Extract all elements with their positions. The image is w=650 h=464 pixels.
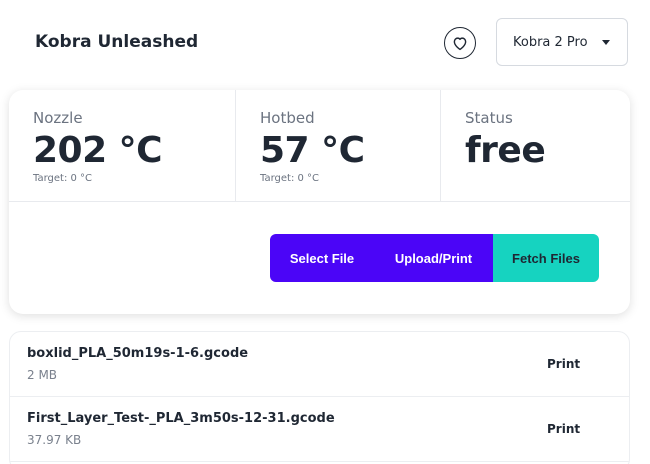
file-size: 2 MB [27,368,58,382]
favorite-button[interactable] [444,27,476,59]
hotbed-temperature: 57 °C [260,130,365,171]
list-item: First_Layer_Test-_PLA_3m50s-12-31.gcode … [10,397,629,462]
printer-select[interactable]: Kobra 2 Pro [496,18,628,66]
select-file-button[interactable]: Select File [270,234,374,282]
nozzle-label: Nozzle [33,109,83,127]
app-title: Kobra Unleashed [35,32,199,52]
hotbed-target: Target: 0 °C [260,173,320,184]
file-action-buttons: Select File Upload/Print Fetch Files [270,234,599,282]
nozzle-target: Target: 0 °C [33,173,93,184]
list-item: boxlid_PLA_50m19s-1-6.gcode 2 MB Print [10,332,629,397]
printer-select-value: Kobra 2 Pro [513,34,588,50]
hotbed-stat: Hotbed 57 °C Target: 0 °C [235,90,440,202]
caret-down-icon [602,40,610,45]
status-stat: Status free [440,90,630,202]
fetch-files-button[interactable]: Fetch Files [493,234,599,282]
stats-row: Nozzle 202 °C Target: 0 °C Hotbed 57 °C … [9,90,630,202]
heart-icon [453,37,467,51]
file-name: boxlid_PLA_50m19s-1-6.gcode [27,346,249,361]
file-list: boxlid_PLA_50m19s-1-6.gcode 2 MB Print F… [9,331,630,464]
printer-status-card: Nozzle 202 °C Target: 0 °C Hotbed 57 °C … [9,90,630,314]
file-size: 37.97 KB [27,433,82,447]
file-name: First_Layer_Test-_PLA_3m50s-12-31.gcode [27,411,335,426]
nozzle-stat: Nozzle 202 °C Target: 0 °C [9,90,235,202]
status-label: Status [465,109,513,127]
status-value: free [465,130,546,171]
hotbed-label: Hotbed [260,109,315,127]
print-button[interactable]: Print [547,357,580,371]
nozzle-temperature: 202 °C [33,130,163,171]
page: Kobra Unleashed Kobra 2 Pro Nozzle 202 °… [0,0,650,464]
print-button[interactable]: Print [547,422,580,436]
upload-print-button[interactable]: Upload/Print [374,234,493,282]
